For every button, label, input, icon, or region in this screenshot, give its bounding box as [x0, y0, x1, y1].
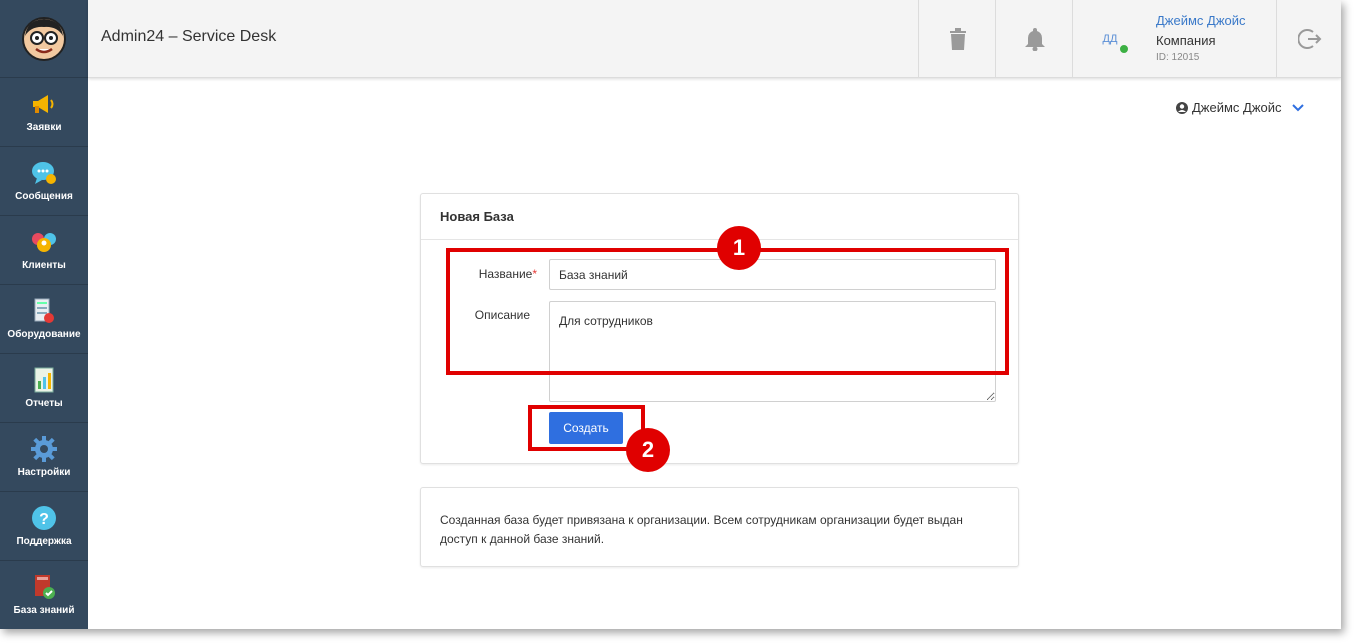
sidebar-item-label: Клиенты [22, 260, 66, 271]
user-circle-icon [1176, 101, 1188, 114]
gear-icon [31, 436, 57, 462]
sidebar-item-settings[interactable]: Настройки [0, 423, 88, 492]
user-company: Компания [1156, 33, 1216, 48]
sidebar-item-label: Настройки [17, 467, 71, 478]
sidebar-item-label: Заявки [26, 122, 62, 133]
sidebar: Заявки Сообщения Клиенты Оборудование От [0, 0, 88, 629]
notifications-button[interactable] [995, 0, 1073, 77]
user-dropdown[interactable]: Джеймс Джойс [1176, 100, 1304, 115]
report-icon [31, 367, 57, 393]
sidebar-item-label: Отчеты [25, 398, 63, 409]
help-icon: ? [31, 505, 57, 531]
user-dropdown-label: Джеймс Джойс [1192, 100, 1282, 115]
logout-icon [1297, 28, 1321, 49]
online-status-dot [1119, 44, 1129, 54]
logo[interactable] [0, 0, 88, 78]
sidebar-item-support[interactable]: ? Поддержка [0, 492, 88, 561]
logout-button[interactable] [1276, 0, 1341, 77]
megaphone-icon [31, 91, 57, 117]
sidebar-item-messages[interactable]: Сообщения [0, 147, 88, 216]
avatar-logo-icon [22, 16, 66, 61]
sidebar-item-label: Оборудование [7, 329, 81, 340]
app-title: Admin24 – Service Desk [101, 28, 277, 45]
equipment-icon [31, 298, 57, 324]
top-header: Admin24 – Service Desk ДД Джеймс Джойс К… [88, 0, 1341, 78]
app-window: Заявки Сообщения Клиенты Оборудование От [0, 0, 1341, 629]
sidebar-item-reports[interactable]: Отчеты [0, 354, 88, 423]
sidebar-item-label: Сообщения [15, 191, 73, 202]
annotation-number-2: 2 [626, 428, 670, 472]
user-name-link[interactable]: Джеймс Джойс [1156, 13, 1246, 28]
card-title: Новая База [421, 194, 1018, 240]
sidebar-item-knowledge-base[interactable]: База знаний [0, 561, 88, 629]
sidebar-item-label: База знаний [13, 605, 75, 616]
clients-icon [31, 229, 57, 255]
chat-bubble-icon [31, 160, 57, 186]
sidebar-item-equipment[interactable]: Оборудование [0, 285, 88, 354]
info-card: Созданная база будет привязана к организ… [420, 487, 1019, 567]
bell-icon [1024, 27, 1045, 51]
sidebar-item-tickets[interactable]: Заявки [0, 78, 88, 147]
sidebar-item-clients[interactable]: Клиенты [0, 216, 88, 285]
chevron-down-icon [1291, 103, 1304, 111]
user-id: ID: 12015 [1156, 52, 1200, 63]
user-block: ДД Джеймс Джойс Компания ID: 12015 [1072, 0, 1277, 77]
svg-text:?: ? [39, 511, 49, 528]
info-text: Созданная база будет привязана к организ… [440, 513, 963, 546]
trash-button[interactable] [918, 0, 996, 77]
sidebar-item-label: Поддержка [16, 536, 72, 547]
annotation-number-1: 1 [717, 226, 761, 270]
book-icon [31, 574, 57, 600]
trash-icon [949, 27, 966, 50]
